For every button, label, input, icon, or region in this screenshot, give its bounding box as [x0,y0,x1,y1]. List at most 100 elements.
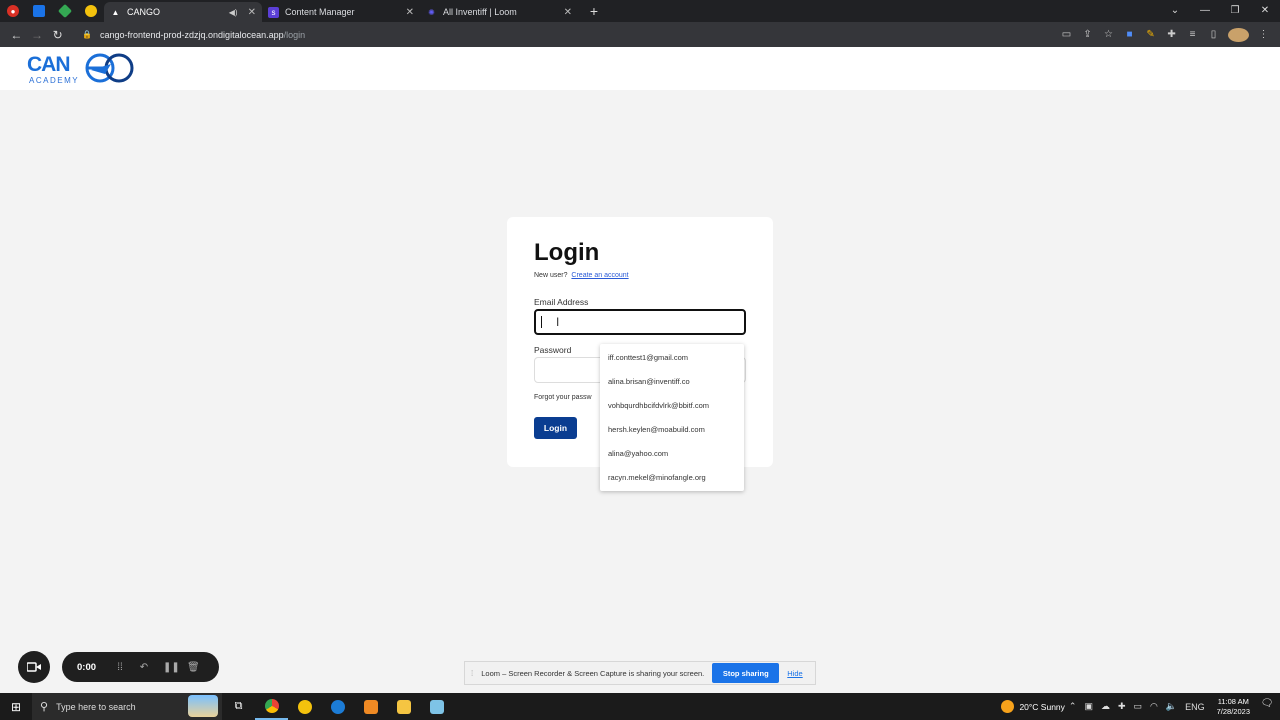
create-account-link[interactable]: Create an account [571,272,628,279]
onedrive-icon[interactable]: ☁ [1101,701,1110,712]
close-icon[interactable]: ✕ [406,7,414,18]
chevron-up-icon[interactable]: ⌃ [1069,701,1077,712]
pinned-tab-4[interactable] [78,0,104,22]
file-explorer-icon[interactable] [387,693,420,720]
site-header: CAN ACADEMY [0,47,1280,90]
side-panel-icon[interactable]: ▯ [1203,29,1224,40]
grip-icon[interactable]: ⁞ [471,669,473,678]
wifi-icon[interactable]: ◠ [1150,701,1158,712]
forgot-password-link[interactable]: Forgot your passw [534,394,592,401]
sun-weather-icon[interactable] [1001,700,1015,713]
tab-label: All Inventiff | Loom [443,7,517,17]
reading-list-icon[interactable]: ≡ [1182,29,1203,40]
pinned-tab-2[interactable] [26,0,52,22]
drag-handle-icon[interactable]: ⁞⁞ [115,662,125,673]
close-icon[interactable]: ✕ [248,7,256,18]
pinned-tab-1[interactable]: ● [0,0,26,22]
pause-icon[interactable]: ❚❚ [163,662,180,673]
close-icon[interactable]: ✕ [564,7,572,18]
hide-link[interactable]: Hide [787,669,802,678]
calendar-icon [33,5,45,17]
chrome-taskbar-icon[interactable] [255,693,288,720]
back-icon[interactable]: ← [6,28,27,42]
taskbar-search-box[interactable]: ⚲ Type here to search [32,693,222,720]
cango-logo[interactable]: CAN ACADEMY [27,52,137,86]
lock-icon[interactable]: 🔒 [82,30,92,39]
language-indicator[interactable]: ENG [1185,702,1205,712]
address-bar[interactable]: 🔒 cango-frontend-prod-zdzjq.ondigitaloce… [76,25,1057,44]
url-path: /login [283,29,306,40]
new-tab-button[interactable]: + [586,3,602,19]
trash-icon[interactable]: 🗑 [187,662,200,673]
sublime-taskbar-icon[interactable] [354,693,387,720]
clock-time: 11:08 AM [1217,696,1249,706]
content-manager-favicon-icon: s [268,6,279,18]
clock-date: 7/28/2023 [1216,706,1250,716]
screen-share-notification: ⁞ Loom – Screen Recorder & Screen Captur… [464,661,816,685]
new-user-prompt: New user? Create an account [534,272,629,279]
system-tray: 20°C Sunny ⌃ ▣ ☁ ✚ ▭ ◠ 🔈 ENG 11:08 AM 7/… [1001,693,1280,720]
share-message: Loom – Screen Recorder & Screen Capture … [481,668,705,678]
autofill-suggestion[interactable]: alina@yahoo.com [600,441,744,465]
extension-icon[interactable]: ■ [1119,29,1140,40]
password-label: Password [534,345,572,355]
tray-plus-icon[interactable]: ✚ [1118,701,1126,712]
video-camera-icon [27,662,41,672]
edge-taskbar-icon[interactable] [321,693,354,720]
puzzle-icon[interactable]: ✚ [1161,29,1182,40]
login-button[interactable]: Login [534,417,577,439]
new-user-text: New user? [534,272,568,279]
toolbar-icons: ▭ ⇪ ☆ ■ ✎ ✚ ≡ ▯ ⋮ [1056,27,1274,42]
loom-favicon-icon: ✺ [428,7,435,17]
reload-icon[interactable]: ↻ [47,28,68,42]
autofill-suggestion[interactable]: racyn.mekel@minofangle.org [600,465,744,489]
drive-icon [57,3,73,19]
stop-sharing-button[interactable]: Stop sharing [712,663,780,683]
loom-control-bar: 0:00 ⁞⁞ ↶ ❚❚ 🗑 [62,652,219,682]
notepad-taskbar-icon[interactable] [420,693,453,720]
window-controls: ⌄ — ❐ ✕ [1160,0,1280,22]
clock[interactable]: 11:08 AM 7/28/2023 [1217,697,1250,717]
windows-start-icon[interactable]: ⊞ [0,700,32,714]
undo-icon[interactable]: ↶ [139,662,149,673]
close-window-icon[interactable]: ✕ [1250,0,1280,22]
tab-search-icon[interactable]: ⌄ [1160,0,1190,22]
share-icon[interactable]: ⇪ [1077,29,1098,40]
tab-loom[interactable]: ✺ All Inventiff | Loom ✕ [420,2,578,22]
windows-taskbar: ⊞ ⚲ Type here to search ⧉ 20°C Sunny ⌃ ▣… [0,693,1280,720]
email-label: Email Address [534,297,589,307]
url-host: cango-frontend-prod-zdzjq.ondigitalocean… [99,29,284,40]
autofill-suggestion[interactable]: vohbqurdhbcifdvlrk@bbitf.com [600,393,744,417]
restore-icon[interactable]: ❐ [1220,0,1250,22]
minimize-icon[interactable]: — [1190,0,1220,22]
autofill-suggestion[interactable]: iff.conttest1@gmail.com [600,345,744,369]
speaker-icon[interactable]: ◀) [229,8,238,17]
search-highlight-image [188,695,218,717]
search-placeholder: Type here to search [56,701,136,712]
ibeam-cursor-icon: I [556,315,560,329]
battery-icon[interactable]: ▭ [1134,701,1143,712]
pinned-tab-3[interactable] [52,0,78,22]
browser-tab-strip: ● ▲ CANGO ◀) ✕ s Content Manager ✕ ✺ All… [0,0,1280,22]
pen-extension-icon[interactable]: ✎ [1140,29,1161,40]
tab-cango[interactable]: ▲ CANGO ◀) ✕ [104,2,262,22]
menu-kebab-icon[interactable]: ⋮ [1253,29,1274,40]
page-title: Login [534,239,600,266]
weather-text[interactable]: 20°C Sunny [1019,702,1064,712]
app-taskbar-icon[interactable] [288,693,321,720]
forward-icon[interactable]: → [27,28,48,42]
profile-avatar[interactable] [1228,27,1250,42]
autofill-suggestion[interactable]: alina.brisan@inventiff.co [600,369,744,393]
loom-camera-button[interactable] [18,651,50,683]
search-icon: ⚲ [40,701,49,713]
autofill-suggestion[interactable]: hersh.keylen@moabuild.com [600,417,744,441]
cango-favicon-icon: ▲ [111,7,120,17]
email-field[interactable]: I [534,309,746,335]
tab-content-manager[interactable]: s Content Manager ✕ [262,2,420,22]
bookmark-star-icon[interactable]: ☆ [1098,29,1119,40]
notification-center-icon[interactable]: 🗨 [1258,698,1276,716]
volume-icon[interactable]: 🔈 [1166,701,1177,712]
reader-mode-icon[interactable]: ▭ [1056,29,1077,40]
tray-app-icon[interactable]: ▣ [1084,701,1093,712]
task-view-icon[interactable]: ⧉ [222,693,255,720]
